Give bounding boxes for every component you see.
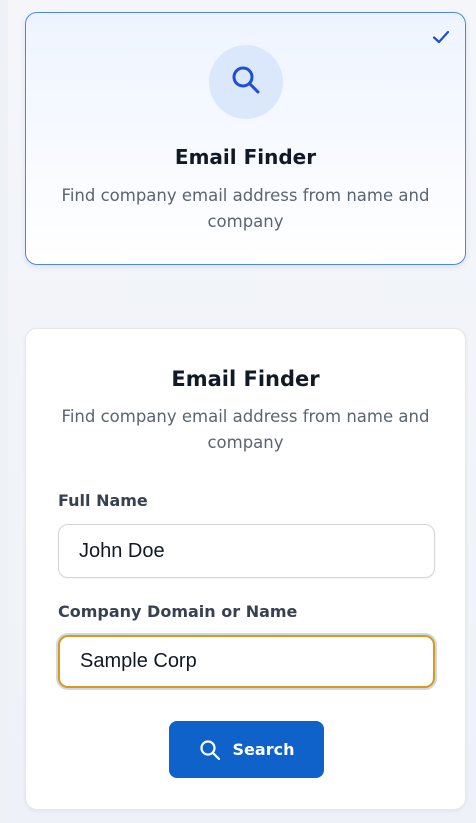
check-icon: [431, 27, 451, 47]
form-title: Email Finder: [171, 367, 320, 391]
tool-card-title: Email Finder: [174, 145, 317, 169]
search-button-label: Search: [232, 740, 295, 759]
email-finder-tool-card[interactable]: Email Finder Find company email address …: [25, 12, 466, 265]
search-button[interactable]: Search: [169, 721, 324, 778]
page-gutter: [0, 0, 8, 823]
tool-icon-circle: [209, 45, 283, 119]
form-description: Find company email address from name and…: [61, 407, 430, 452]
search-icon: [199, 739, 221, 761]
full-name-input[interactable]: [58, 524, 435, 578]
tool-card-description: Find company email address from name and…: [61, 186, 430, 231]
email-finder-form: Email Finder Find company email address …: [25, 328, 466, 810]
search-icon: [229, 63, 263, 101]
full-name-label: Full Name: [58, 491, 148, 510]
company-input[interactable]: [58, 635, 435, 688]
company-label: Company Domain or Name: [58, 602, 298, 621]
